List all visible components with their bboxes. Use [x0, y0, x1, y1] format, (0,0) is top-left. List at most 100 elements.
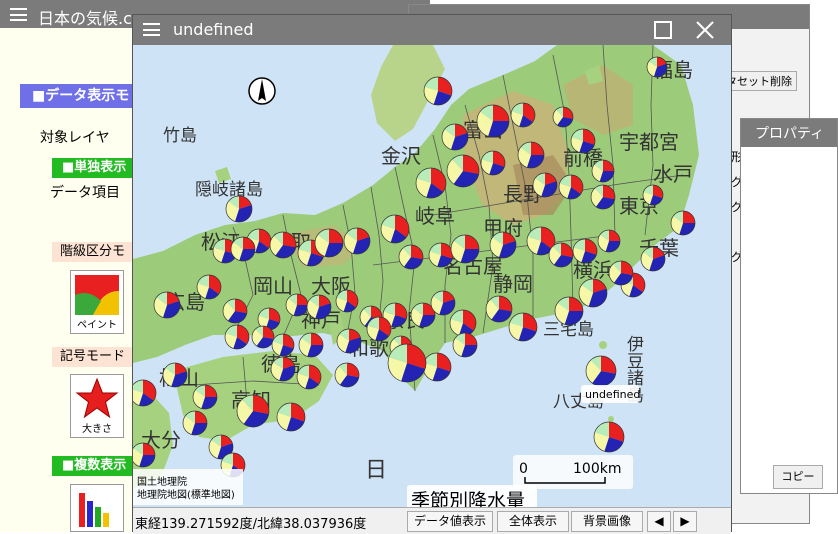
- pie-chart-symbol[interactable]: [230, 236, 256, 262]
- hamburger-menu-icon[interactable]: [10, 8, 27, 21]
- pie-chart-symbol[interactable]: [554, 296, 584, 326]
- pie-chart-symbol[interactable]: [558, 174, 584, 200]
- pie-chart-symbol[interactable]: [251, 325, 275, 349]
- pie-chart-symbol[interactable]: [336, 328, 362, 354]
- scroll-right-button[interactable]: ▶: [673, 511, 697, 532]
- map-canvas[interactable]: 竹島 隠岐諸島 松江 鳥取 岡山 大阪 広島 神戸 松山 徳島 高知 大分 和歌…: [133, 45, 731, 507]
- hamburger-menu-icon[interactable]: [143, 23, 160, 36]
- pie-chart-symbol[interactable]: [162, 362, 188, 388]
- property-window-title: プロパティ: [755, 126, 825, 142]
- pie-chart-symbol[interactable]: [446, 154, 480, 188]
- pie-chart-symbol[interactable]: [298, 332, 324, 358]
- place-label-nihon: 日: [365, 458, 387, 483]
- pie-chart-symbol[interactable]: [343, 227, 371, 255]
- full-display-button[interactable]: 全体表示: [497, 511, 569, 532]
- pie-chart-symbol[interactable]: [387, 343, 427, 383]
- pie-chart-symbol[interactable]: [640, 246, 666, 272]
- marker-label[interactable]: undefined: [581, 385, 640, 403]
- pie-chart-symbol[interactable]: [335, 289, 359, 313]
- pie-chart-symbol[interactable]: [485, 295, 513, 323]
- place-label-utsunomiya: 宇都宮: [619, 130, 679, 154]
- pie-chart-symbol[interactable]: [269, 231, 297, 259]
- data-item-label: データ項目: [50, 185, 120, 201]
- property-title-bar[interactable]: プロパティ: [741, 119, 837, 147]
- pie-chart-symbol[interactable]: [380, 214, 410, 244]
- pie-chart-symbol[interactable]: [517, 141, 545, 169]
- pie-chart-symbol[interactable]: [572, 238, 598, 264]
- pie-chart-symbol[interactable]: [670, 210, 696, 236]
- pie-chart-symbol[interactable]: [422, 352, 452, 382]
- pie-chart-symbol[interactable]: [133, 442, 156, 468]
- pie-chart-symbol[interactable]: [585, 355, 617, 387]
- pie-chart-symbol[interactable]: [441, 123, 469, 151]
- attribution-line1: 国土地理院: [137, 475, 187, 488]
- pie-chart-symbol[interactable]: [591, 159, 615, 183]
- pie-chart-symbol[interactable]: [153, 291, 181, 319]
- pie-chart-symbol[interactable]: [590, 184, 616, 210]
- chart-mode-button[interactable]: [70, 484, 124, 532]
- pie-chart-symbol[interactable]: [398, 244, 424, 270]
- pie-chart-symbol[interactable]: [314, 228, 344, 258]
- pie-chart-symbol[interactable]: [608, 260, 634, 286]
- pie-chart-symbol[interactable]: [276, 402, 306, 432]
- scale-distance-label: 100km: [573, 461, 621, 477]
- size-mode-button[interactable]: 大きさ: [70, 374, 124, 438]
- scale-zero-label: 0: [519, 461, 528, 477]
- place-label-mito: 水戸: [653, 162, 693, 186]
- pie-chart-symbol[interactable]: [296, 364, 322, 390]
- pie-chart-symbol[interactable]: [450, 234, 480, 264]
- pie-chart-symbol[interactable]: [285, 293, 309, 317]
- pie-chart-symbol[interactable]: [452, 332, 478, 358]
- pie-chart-symbol[interactable]: [510, 102, 536, 128]
- map-title-bar[interactable]: undefined: [133, 15, 731, 45]
- property-window: プロパティ コピー: [740, 118, 838, 494]
- pie-chart-symbol[interactable]: [224, 324, 250, 350]
- pie-chart-symbol[interactable]: [449, 309, 477, 337]
- place-label-oki: 隠岐諸島: [195, 180, 263, 200]
- pie-chart-symbol[interactable]: [480, 150, 506, 176]
- pie-chart-symbol[interactable]: [532, 172, 558, 198]
- pie-chart-symbol[interactable]: [570, 128, 596, 154]
- pie-chart-symbol[interactable]: [306, 294, 332, 320]
- pie-chart-symbol[interactable]: [366, 316, 392, 342]
- pie-chart-symbol[interactable]: [508, 312, 538, 342]
- pie-chart-symbol[interactable]: [423, 76, 453, 106]
- pie-chart-symbol[interactable]: [428, 242, 454, 268]
- pie-chart-symbol[interactable]: [271, 333, 295, 357]
- star-icon: [75, 377, 119, 419]
- pie-chart-symbol[interactable]: [597, 229, 621, 253]
- pie-chart-symbol[interactable]: [133, 379, 157, 407]
- single-display-header: ■単独表示: [52, 158, 142, 178]
- background-image-button[interactable]: 背景画像: [571, 511, 643, 532]
- pie-chart-symbol[interactable]: [182, 410, 208, 436]
- pie-chart-symbol[interactable]: [334, 362, 360, 388]
- pie-chart-symbol[interactable]: [489, 231, 517, 259]
- pie-chart-symbol[interactable]: [415, 167, 447, 199]
- data-value-display-button[interactable]: データ値表示: [407, 511, 493, 532]
- pie-chart-symbol[interactable]: [270, 356, 296, 382]
- scale-bar: 0 100km: [513, 455, 633, 489]
- pie-chart-symbol[interactable]: [222, 298, 248, 324]
- pie-chart-symbol[interactable]: [196, 274, 222, 300]
- maximize-icon[interactable]: [653, 20, 673, 40]
- coordinate-readout: 東経139.271592度/北緯38.037936度: [135, 517, 367, 532]
- pie-chart-symbol[interactable]: [236, 394, 270, 428]
- pie-chart-symbol[interactable]: [578, 278, 608, 308]
- pie-chart-symbol[interactable]: [476, 104, 510, 138]
- pie-chart-symbol[interactable]: [646, 56, 668, 78]
- scroll-left-button[interactable]: ◀: [647, 511, 671, 532]
- close-icon[interactable]: [695, 20, 715, 40]
- bar-chart-icon: [79, 493, 109, 527]
- pie-chart-symbol[interactable]: [593, 421, 625, 453]
- pie-chart-symbol[interactable]: [552, 106, 574, 128]
- pie-chart-symbol[interactable]: [548, 242, 574, 268]
- pie-chart-symbol[interactable]: [225, 195, 253, 223]
- multi-display-header: ■複数表示: [52, 456, 142, 476]
- pie-chart-symbol[interactable]: [192, 384, 218, 410]
- pie-chart-symbol[interactable]: [642, 184, 664, 206]
- copy-button[interactable]: コピー: [773, 465, 823, 489]
- pie-chart-symbol[interactable]: [430, 290, 456, 316]
- legend-title: 季節別降水量: [411, 490, 525, 507]
- paint-mode-button[interactable]: ペイント: [70, 270, 124, 334]
- data-display-mode-header: ■データ表示モ: [20, 84, 140, 108]
